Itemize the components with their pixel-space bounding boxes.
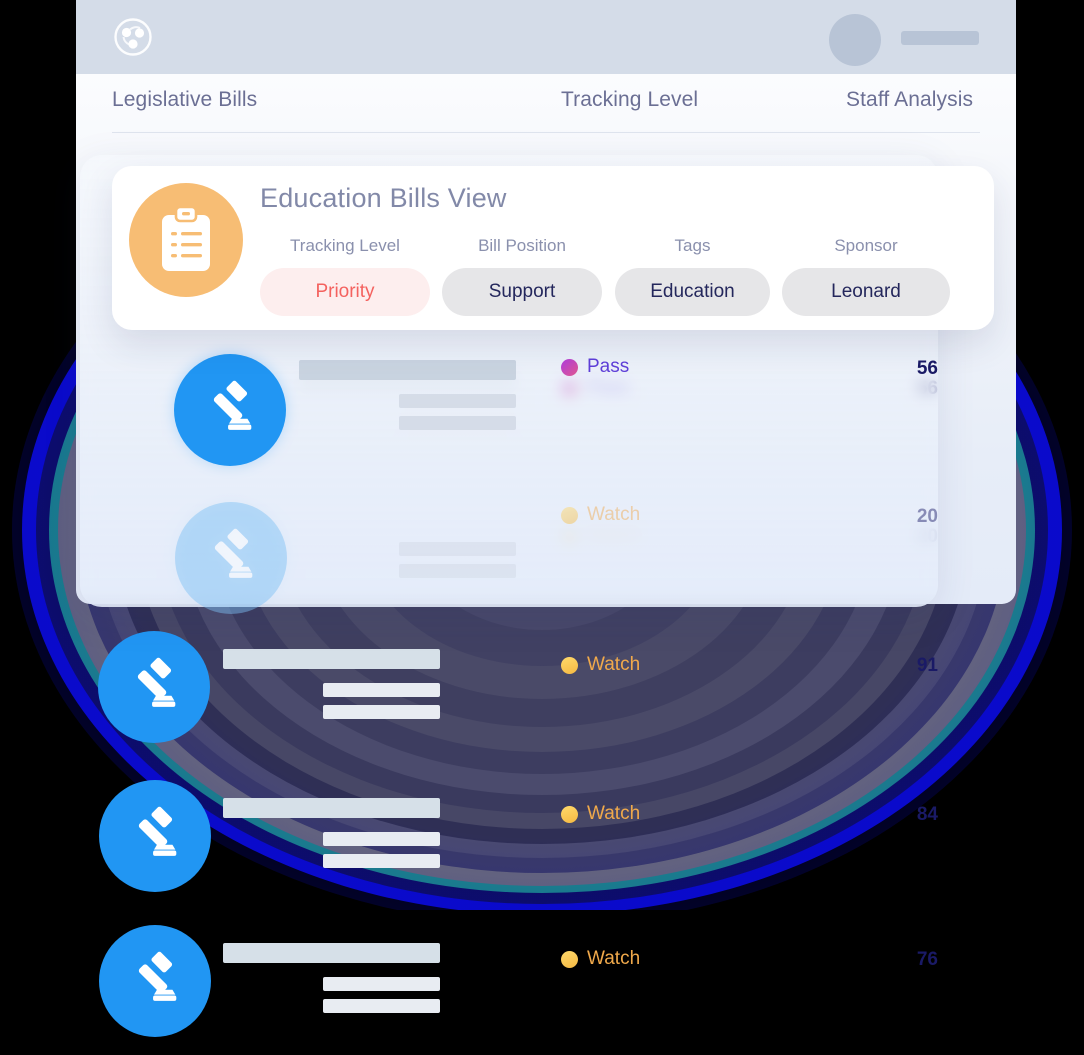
education-bills-view-card[interactable]: Education Bills View Tracking Level Prio…: [112, 166, 994, 330]
table-column-headers: Legislative Bills Tracking Level Staff A…: [76, 74, 1016, 132]
row-skeleton-text: [299, 508, 516, 578]
username-placeholder: [901, 31, 979, 45]
filter-label: Tracking Level: [290, 236, 400, 255]
staff-analysis-score: 56: [916, 358, 938, 379]
status-dot-icon: [561, 805, 578, 823]
skeleton-bar: [323, 705, 440, 719]
skeleton-bar: [399, 416, 516, 430]
column-header-tracking-level: Tracking Level: [561, 88, 699, 111]
table-row[interactable]: Watch 84: [0, 762, 1084, 910]
row-skeleton-text: [223, 649, 440, 719]
skeleton-bar: [323, 854, 440, 868]
filter-chip-education[interactable]: Education: [615, 268, 770, 316]
skeleton-bar: [223, 649, 440, 669]
skeleton-bar: [223, 943, 440, 963]
filter-chip-leonard[interactable]: Leonard: [782, 268, 950, 316]
filter-tags[interactable]: Tags Education: [615, 236, 770, 316]
skeleton-bar: [323, 999, 440, 1013]
status-badge: Watch: [561, 803, 640, 825]
status-label: Watch: [587, 504, 641, 525]
staff-analysis-score: 91: [916, 655, 938, 676]
skeleton-bar: [223, 798, 440, 818]
status-label: Watch: [587, 654, 641, 675]
status-dot-icon: [561, 358, 578, 376]
skeleton-bar: [399, 564, 516, 578]
page-title: Education Bills View: [260, 183, 507, 213]
status-label: Watch: [587, 948, 641, 969]
header-divider: [112, 132, 980, 133]
gavel-icon: [98, 631, 210, 743]
status-dot-icon: [561, 950, 578, 968]
filter-chip-priority[interactable]: Priority: [260, 268, 430, 316]
column-header-staff-analysis: Staff Analysis: [846, 88, 974, 111]
avatar[interactable]: [829, 14, 881, 66]
gavel-icon: [174, 354, 286, 466]
status-badge: Watch: [561, 948, 640, 970]
filter-label: Bill Position: [478, 236, 566, 255]
app-topbar: [76, 0, 1016, 74]
row-skeleton-text: [223, 798, 440, 868]
status-badge: Watch: [561, 654, 640, 676]
status-dot-icon: [561, 506, 578, 524]
filter-label: Tags: [674, 236, 711, 255]
clipboard-list-icon: [129, 183, 243, 297]
staff-analysis-score: 20: [916, 506, 938, 527]
filter-chip-support[interactable]: Support: [442, 268, 602, 316]
skeleton-bar: [323, 832, 440, 846]
status-dot-icon: [561, 656, 578, 674]
filter-tracking-level[interactable]: Tracking Level Priority: [260, 236, 430, 316]
table-row-foreground[interactable]: Pass 56: [76, 336, 1016, 484]
status-label: Watch: [587, 803, 641, 824]
skeleton-bar: [399, 542, 516, 556]
skeleton-bar: [399, 394, 516, 408]
status-label: Pass: [587, 356, 630, 377]
column-header-legislative-bills: Legislative Bills: [112, 88, 258, 111]
filter-bill-position[interactable]: Bill Position Support: [442, 236, 602, 316]
filter-sponsor[interactable]: Sponsor Leonard: [782, 236, 950, 316]
collaboration-circle-logo-icon[interactable]: [113, 17, 153, 57]
staff-analysis-score: 76: [916, 949, 938, 970]
gavel-icon: [99, 925, 211, 1037]
row-skeleton-text: [299, 360, 516, 430]
gavel-icon: [175, 502, 287, 614]
table-row[interactable]: Watch 91: [0, 613, 1084, 761]
table-row-foreground[interactable]: Watch 20: [76, 484, 1016, 632]
status-badge: Watch: [561, 504, 640, 526]
skeleton-bar: [323, 683, 440, 697]
table-row[interactable]: Watch 76: [0, 907, 1084, 1055]
status-badge: Pass: [561, 356, 629, 378]
staff-analysis-score: 84: [916, 804, 938, 825]
row-skeleton-text: [223, 943, 440, 1013]
filter-label: Sponsor: [834, 236, 898, 255]
skeleton-bar: [323, 977, 440, 991]
skeleton-bar: [299, 360, 516, 380]
gavel-icon: [99, 780, 211, 892]
